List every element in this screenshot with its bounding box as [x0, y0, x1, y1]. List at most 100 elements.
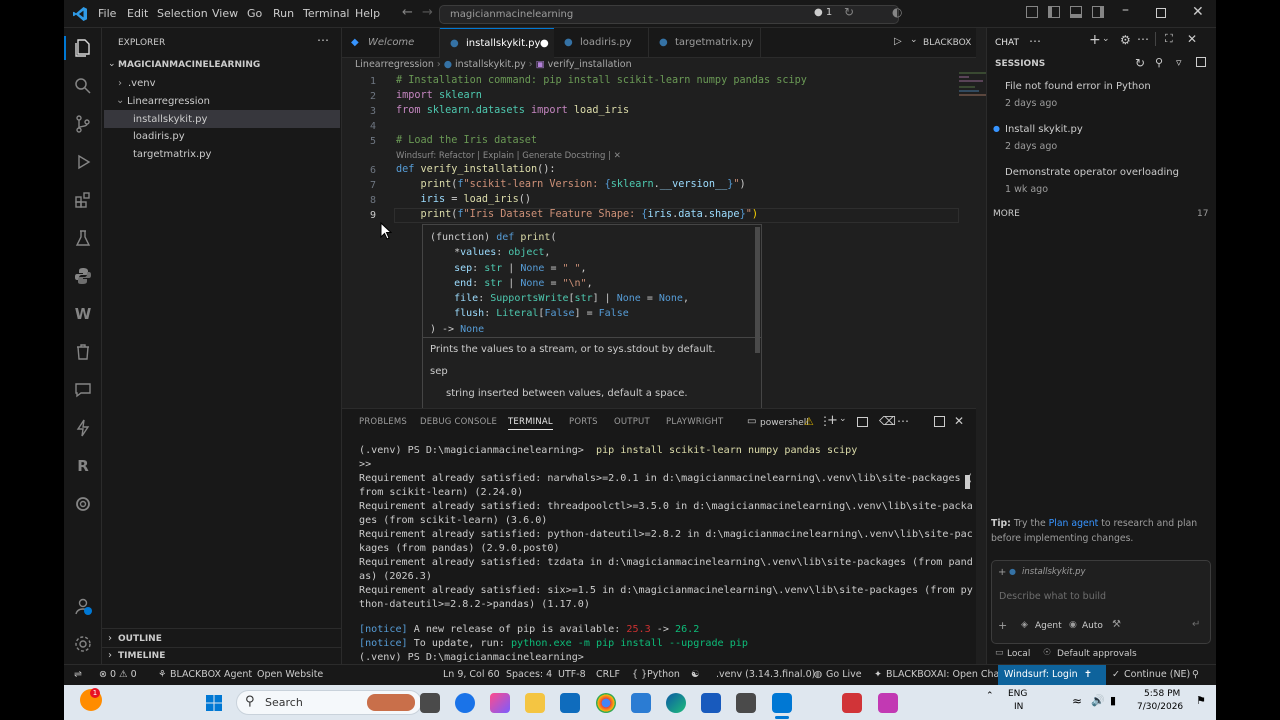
menu-edit[interactable]: Edit: [127, 7, 148, 20]
split-terminal-icon[interactable]: [857, 417, 868, 427]
run-icon[interactable]: ▷: [894, 36, 902, 47]
maximize-panel-icon[interactable]: [934, 416, 945, 427]
more-actions-icon[interactable]: ⋯: [317, 33, 329, 47]
more-actions-icon[interactable]: ⋯: [1029, 34, 1041, 48]
refresh-icon[interactable]: ↻: [1135, 56, 1145, 70]
language-mode[interactable]: Python: [647, 669, 680, 680]
word-icon[interactable]: [701, 693, 721, 713]
add-context-icon[interactable]: +: [998, 567, 1006, 578]
chevron-down-icon[interactable]: ⌄: [910, 35, 918, 45]
indentation[interactable]: Spaces: 4: [506, 669, 552, 680]
tab-output[interactable]: OUTPUT: [614, 417, 650, 427]
search-icon[interactable]: ⚲: [1155, 56, 1163, 69]
context-file-chip[interactable]: installskykit.py: [1022, 567, 1086, 577]
language-indicator[interactable]: ENG: [1008, 689, 1027, 699]
source-control-icon[interactable]: [73, 114, 93, 134]
cursor-position[interactable]: Ln 9, Col 60: [443, 669, 500, 680]
more-actions-icon[interactable]: ⋯: [897, 414, 909, 428]
workspace-root[interactable]: MAGICIANMACINELEARNING: [118, 60, 260, 70]
bell-icon[interactable]: ⚲: [1192, 669, 1199, 680]
windsurf-login-badge[interactable]: Windsurf: Login ✝: [998, 665, 1106, 685]
tab-playwright[interactable]: PLAYWRIGHT: [666, 417, 723, 427]
blackbox-chat-button[interactable]: BLACKBOXAI: Open Chat: [886, 669, 1003, 680]
python-interpreter[interactable]: .venv (3.14.3.final.0): [716, 669, 815, 680]
toggle-sidebar-icon[interactable]: [1048, 6, 1060, 18]
shell-name[interactable]: powershell: [760, 418, 809, 428]
layout-icon[interactable]: [1196, 57, 1206, 67]
layout-toggle-icon[interactable]: [1026, 6, 1038, 18]
approvals-button[interactable]: Default approvals: [1057, 649, 1137, 659]
minimize-icon[interactable]: –: [1122, 2, 1129, 18]
testing-flask-icon[interactable]: [73, 228, 93, 248]
new-terminal-icon[interactable]: +: [827, 413, 838, 428]
close-window-icon[interactable]: ✕: [1192, 4, 1204, 20]
copilot-icon[interactable]: ◐: [892, 5, 902, 19]
remote-icon[interactable]: ⇌: [74, 669, 82, 680]
r-language-icon[interactable]: R: [73, 456, 93, 476]
wifi-icon[interactable]: ≈: [1072, 694, 1082, 708]
sync-icon[interactable]: ↻: [844, 5, 854, 19]
lightning-icon[interactable]: [73, 418, 93, 438]
more-actions-icon[interactable]: ⋯: [1137, 32, 1149, 46]
snipping-tool-icon[interactable]: [878, 693, 898, 713]
chat-bubble-icon[interactable]: [73, 380, 93, 400]
filter-icon[interactable]: ▿: [1176, 56, 1182, 69]
maximize-icon[interactable]: ⛶: [1165, 32, 1173, 46]
blackbox-agent-button[interactable]: BLACKBOX Agent: [170, 669, 252, 680]
chevron-down-icon[interactable]: ⌄: [1102, 34, 1110, 44]
trash-icon[interactable]: [73, 342, 93, 362]
openai-icon[interactable]: [73, 494, 93, 514]
blackbox-button[interactable]: BLACKBOX: [923, 38, 971, 48]
task-view-icon[interactable]: [420, 693, 440, 713]
local-button[interactable]: Local: [1007, 649, 1030, 659]
codelens-actions[interactable]: Windsurf: Refactor | Explain | Generate …: [396, 151, 621, 161]
file-explorer-icon[interactable]: [525, 693, 545, 713]
terminal-output[interactable]: (.venv) PS D:\magicianmacinelearning> pi…: [342, 435, 976, 665]
copilot-app-icon[interactable]: [490, 693, 510, 713]
tools-icon[interactable]: ⚒: [1112, 619, 1121, 630]
agent-mode-button[interactable]: Agent: [1035, 621, 1062, 631]
settings-gear-icon[interactable]: [73, 634, 93, 654]
folder-linearregression[interactable]: Linearregression: [127, 96, 210, 107]
chevron-down-icon[interactable]: ⌄: [839, 414, 847, 424]
kill-terminal-icon[interactable]: ⌫: [879, 414, 896, 428]
go-live-button[interactable]: Go Live: [826, 669, 862, 680]
tab-debug-console[interactable]: DEBUG CONSOLE: [420, 417, 497, 427]
maximize-icon[interactable]: [1156, 8, 1166, 18]
unsaved-dot-icon[interactable]: ●: [540, 29, 549, 59]
forward-arrow-icon[interactable]: →: [422, 5, 433, 20]
menu-help[interactable]: Help: [355, 7, 380, 20]
notepad-icon[interactable]: [736, 693, 756, 713]
taskbar-search-box[interactable]: ⚲ Search: [236, 690, 422, 715]
open-website-button[interactable]: Open Website: [257, 669, 323, 680]
close-icon[interactable]: ✕: [1187, 32, 1197, 46]
line-endings[interactable]: CRLF: [596, 669, 620, 680]
send-icon[interactable]: ↵: [1192, 619, 1200, 630]
tab-ports[interactable]: PORTS: [569, 417, 598, 427]
explorer-icon[interactable]: [73, 38, 93, 58]
tray-chevron-icon[interactable]: ⌃: [986, 691, 994, 701]
session-title[interactable]: Demonstrate operator overloading: [1005, 167, 1179, 178]
vscode-taskbar-icon[interactable]: [772, 693, 792, 713]
back-arrow-icon[interactable]: ←: [402, 5, 413, 20]
close-panel-icon[interactable]: ✕: [954, 414, 964, 428]
tab-targetmatrix[interactable]: ● targetmatrix.py: [649, 28, 761, 58]
tab-terminal[interactable]: TERMINAL: [508, 417, 553, 430]
breadcrumb-folder[interactable]: Linearregression: [355, 59, 434, 70]
encoding[interactable]: UTF-8: [558, 669, 586, 680]
more-sessions-link[interactable]: MORE: [993, 209, 1020, 219]
menu-selection[interactable]: Selection: [157, 7, 208, 20]
clock-date[interactable]: 7/30/2026: [1137, 702, 1183, 712]
chevron-down-icon[interactable]: ⌄: [108, 59, 116, 69]
notification-dot-badge[interactable]: ● 1: [814, 7, 832, 18]
python-icon[interactable]: [73, 266, 93, 286]
tab-installskykit[interactable]: ● installskykit.py ●: [440, 28, 554, 59]
toggle-panel-icon[interactable]: [1070, 6, 1082, 18]
settings-gear-icon[interactable]: ⚙: [1120, 33, 1131, 47]
problems-indicator[interactable]: ⊗ 0 ⚠ 0: [99, 669, 137, 680]
menu-go[interactable]: Go: [247, 7, 262, 20]
file-targetmatrix[interactable]: targetmatrix.py: [133, 149, 211, 160]
warning-icon[interactable]: ⚠: [804, 415, 814, 428]
search-icon[interactable]: [73, 76, 93, 96]
tab-loadiris[interactable]: ● loadiris.py: [554, 28, 649, 58]
